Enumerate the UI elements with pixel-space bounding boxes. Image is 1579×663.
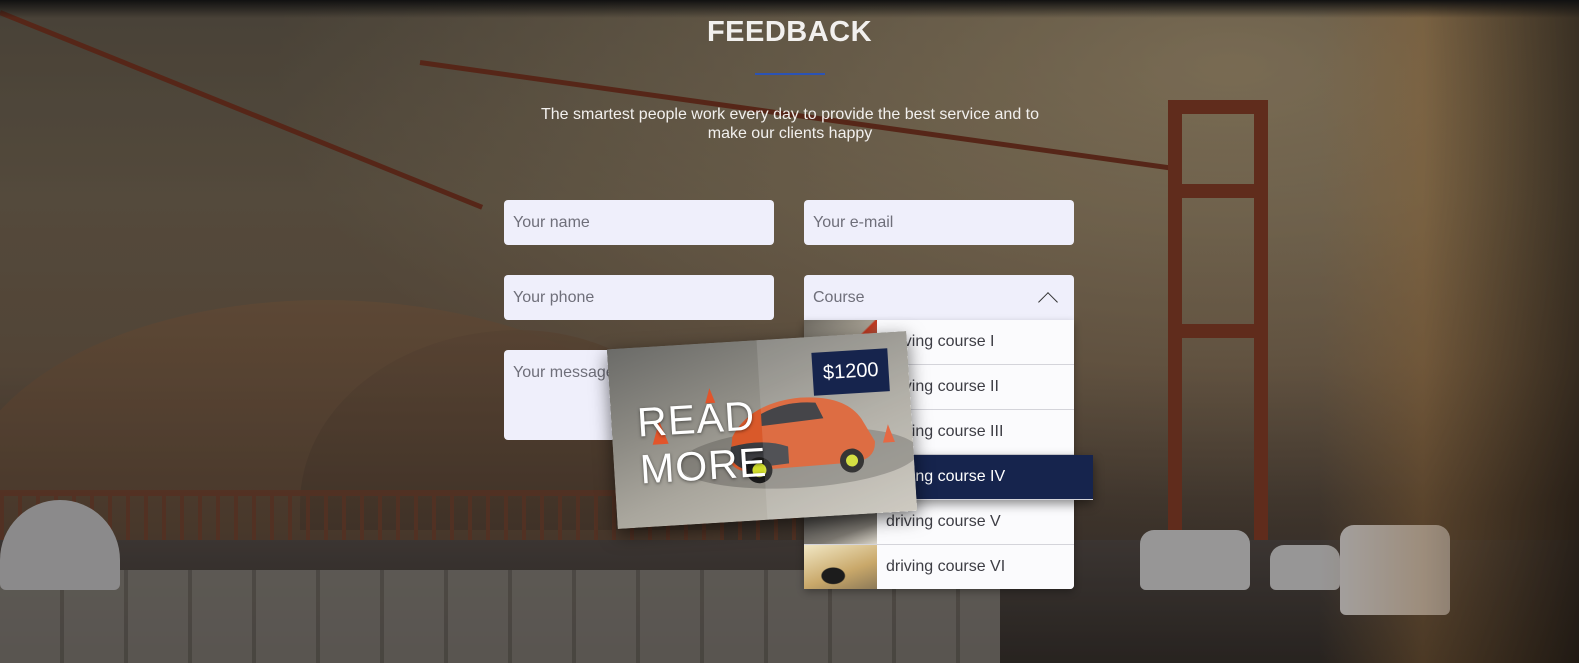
price-badge: $1200 <box>811 348 890 396</box>
title-underline <box>755 73 825 75</box>
course-option-label: driving course V <box>886 513 1001 530</box>
page-subtitle: The smartest people work every day to pr… <box>540 106 1040 142</box>
name-input[interactable] <box>504 200 774 245</box>
read-more-label: READ MORE <box>635 392 769 493</box>
background-photo <box>0 0 1579 663</box>
course-option[interactable]: driving course VI <box>804 545 1074 589</box>
phone-input[interactable] <box>504 275 774 320</box>
page-title: FEEDBACK <box>706 16 873 48</box>
course-option-label: driving course VI <box>886 558 1006 575</box>
email-input[interactable] <box>804 200 1074 245</box>
course-preview-card[interactable]: READ MORE $1200 <box>606 331 918 529</box>
chevron-up-icon <box>1038 291 1058 312</box>
course-select-value: Course <box>813 288 865 306</box>
course-select[interactable]: Course <box>804 275 1074 320</box>
course-thumbnail <box>804 545 877 589</box>
